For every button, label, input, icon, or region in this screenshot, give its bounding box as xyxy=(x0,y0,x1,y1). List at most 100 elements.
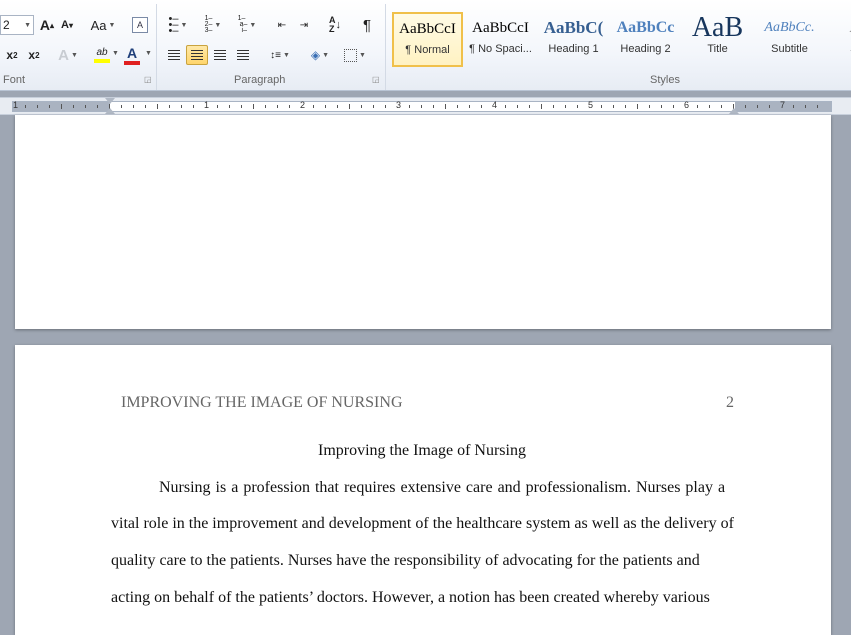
shading-button[interactable]: ◈ ▼ xyxy=(306,45,334,65)
ruler-tick xyxy=(277,105,278,108)
ruler-tick xyxy=(649,105,650,108)
align-center-button[interactable] xyxy=(186,45,208,65)
hanging-indent-marker[interactable] xyxy=(105,108,115,114)
body-line: quality care to the patients. Nurses hav… xyxy=(111,552,700,569)
bullet-list-icon: •– •– •– xyxy=(168,13,179,37)
style-sample: AaBbCc xyxy=(616,19,675,36)
style-name: Title xyxy=(707,43,728,55)
change-case-button[interactable]: Aa ▼ xyxy=(88,15,118,35)
ruler-tick xyxy=(661,105,662,108)
style-heading-1[interactable]: AaBbC( Heading 1 xyxy=(538,12,609,67)
chevron-down-icon[interactable]: ▼ xyxy=(24,22,31,29)
chevron-down-icon[interactable]: ▼ xyxy=(145,50,152,57)
ruler-tick xyxy=(601,105,602,108)
ruler-tick xyxy=(133,105,134,108)
ruler-tick xyxy=(313,105,314,108)
multilevel-list-button[interactable]: 1– a– i– ▼ xyxy=(232,15,262,35)
increase-indent-button[interactable]: ⇥ xyxy=(294,15,314,35)
ruler-tick xyxy=(217,105,218,108)
ruler-tick xyxy=(421,105,422,108)
style-sample: AaBbC( xyxy=(543,18,604,37)
paragraph-dialog-launcher-icon[interactable]: ◲ xyxy=(372,76,380,84)
ruler-number: 2 xyxy=(300,100,306,110)
paragraph-mark-icon: ¶ xyxy=(362,16,372,34)
ruler-tick xyxy=(409,105,410,108)
align-right-icon xyxy=(214,50,226,60)
ruler-number: 1 xyxy=(13,100,19,110)
bullets-button[interactable]: •– •– •– ▼ xyxy=(163,13,193,37)
chevron-down-icon: ▼ xyxy=(249,21,257,29)
justify-button[interactable] xyxy=(232,45,254,65)
show-hide-button[interactable]: ¶ xyxy=(357,15,377,35)
font-size-value: 2 xyxy=(3,18,10,32)
ruler-tick xyxy=(325,105,326,108)
style-heading-2[interactable]: AaBbCc Heading 2 xyxy=(610,12,681,67)
font-color-button[interactable]: A xyxy=(120,43,144,67)
ruler-track: 1 1 2 3 4 5 6 7 xyxy=(12,100,832,112)
text-effects-button[interactable]: A ▼ xyxy=(56,45,80,65)
style-subtitle[interactable]: AaBbCc. Subtitle xyxy=(754,12,825,67)
style-subtle-emphasis[interactable]: AaBSubt xyxy=(826,12,851,67)
ruler-tick xyxy=(757,105,758,108)
style-name: ¶ No Spaci... xyxy=(469,43,532,55)
grow-font-button[interactable]: A ▴ xyxy=(38,15,56,35)
numbering-button[interactable]: 1– 2– 3– ▼ xyxy=(198,15,228,35)
ruler-tick xyxy=(505,105,506,108)
page-1-bottom[interactable] xyxy=(15,115,831,329)
ruler-tick xyxy=(529,105,530,108)
ruler-tick xyxy=(541,104,542,109)
grow-font-icon: A xyxy=(39,17,51,33)
chevron-down-icon: ▼ xyxy=(108,21,116,29)
paragraph-group-label: Paragraph xyxy=(234,74,286,86)
ruler-tick xyxy=(805,105,806,108)
ruler-number: 4 xyxy=(492,100,498,110)
sort-button[interactable]: A Z ↓ xyxy=(324,15,346,35)
highlight-color-bar xyxy=(94,59,110,63)
clear-formatting-button[interactable]: A xyxy=(130,15,150,35)
ruler-tick xyxy=(181,105,182,108)
ruler-tick xyxy=(721,105,722,108)
shrink-font-button[interactable]: A ▾ xyxy=(58,15,76,35)
running-head: IMPROVING THE IMAGE OF NURSING xyxy=(121,394,403,411)
line-spacing-button[interactable]: ↕≡ ▼ xyxy=(266,45,294,65)
ruler-tick xyxy=(553,105,554,108)
ruler-tick xyxy=(157,104,158,109)
styles-group-label: Styles xyxy=(650,74,680,86)
ruler-tick xyxy=(469,105,470,108)
document-title: Improving the Image of Nursing xyxy=(318,442,526,459)
decrease-indent-button[interactable]: ⇤ xyxy=(272,15,292,35)
ruler-tick xyxy=(517,105,518,108)
first-line-indent-marker[interactable] xyxy=(105,98,115,104)
ruler-number: 1 xyxy=(204,100,210,110)
style-normal[interactable]: AaBbCcI ¶ Normal xyxy=(392,12,463,67)
page-2[interactable]: IMPROVING THE IMAGE OF NURSING 2 Improvi… xyxy=(15,345,831,635)
style-no-spacing[interactable]: AaBbCcI ¶ No Spaci... xyxy=(465,12,536,67)
ruler-tick xyxy=(145,105,146,108)
text-effects-icon: A xyxy=(58,46,69,64)
align-left-button[interactable] xyxy=(163,45,185,65)
change-case-label: Aa xyxy=(90,17,107,33)
style-title[interactable]: AaB Title xyxy=(682,12,753,67)
font-dialog-launcher-icon[interactable]: ◲ xyxy=(144,76,152,84)
align-right-button[interactable] xyxy=(209,45,231,65)
style-name: Heading 2 xyxy=(620,43,671,55)
ruler-tick xyxy=(445,104,446,109)
ruler-tick xyxy=(121,105,122,108)
style-name: Subtitle xyxy=(771,43,808,55)
body-line: Nursing is a profession that requires ex… xyxy=(159,479,726,496)
subscript-button[interactable]: x2 xyxy=(2,45,22,65)
shrink-font-icon: A xyxy=(61,19,69,31)
horizontal-ruler[interactable]: 1 1 2 3 4 5 6 7 xyxy=(0,97,851,115)
style-sample: AaBbCc. xyxy=(764,20,815,35)
style-name: Heading 1 xyxy=(548,43,599,55)
superscript-label: x xyxy=(28,48,36,62)
style-name: Subt xyxy=(827,43,851,55)
ruler-tick xyxy=(457,105,458,108)
borders-button[interactable]: ▼ xyxy=(340,45,370,65)
font-color-icon: A xyxy=(126,44,138,61)
font-size-box[interactable]: 2 ▼ xyxy=(0,15,34,35)
chevron-down-icon[interactable]: ▼ xyxy=(112,50,119,57)
ruler-number: 3 xyxy=(396,100,402,110)
superscript-button[interactable]: x2 xyxy=(24,45,44,65)
right-indent-marker[interactable] xyxy=(729,108,739,114)
